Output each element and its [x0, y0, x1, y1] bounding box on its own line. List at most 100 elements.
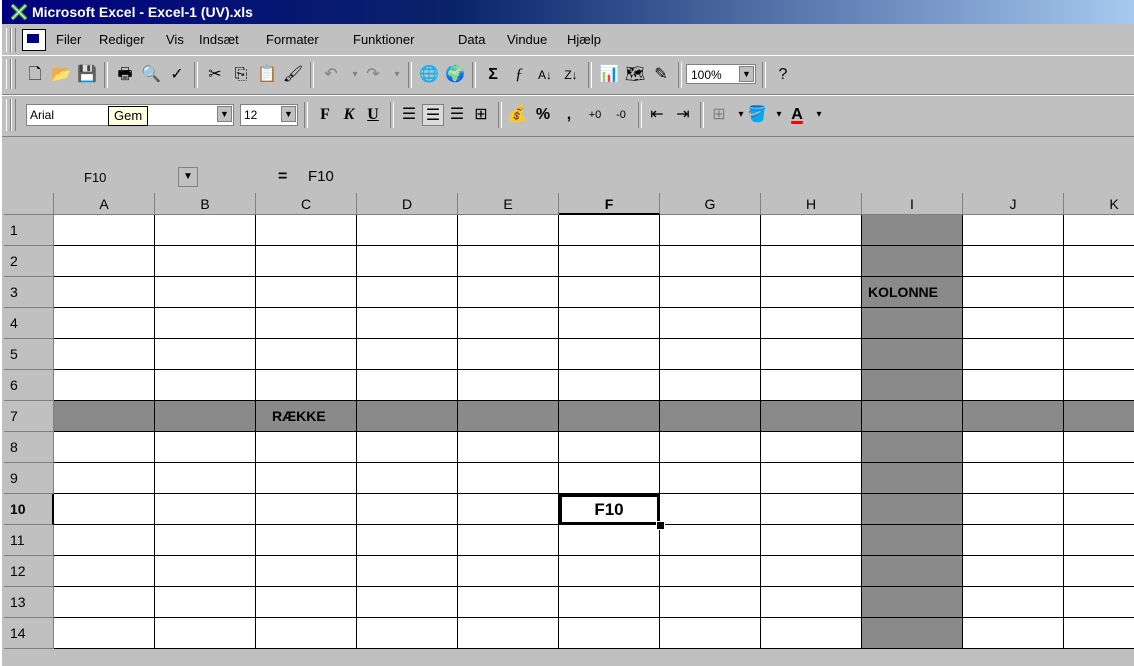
decrease-indent-icon[interactable]: ⇤: [646, 104, 668, 126]
cell-a9[interactable]: [54, 463, 155, 494]
cell-e6[interactable]: [458, 370, 559, 401]
cell-j7[interactable]: [963, 401, 1064, 432]
select-all-corner[interactable]: [4, 193, 54, 215]
cell-a2[interactable]: [54, 246, 155, 277]
cell-a14[interactable]: [54, 618, 155, 649]
column-header-j[interactable]: J: [963, 193, 1064, 215]
cell-f1[interactable]: [559, 215, 660, 246]
cell-c11[interactable]: [256, 525, 357, 556]
column-header-c[interactable]: C: [256, 193, 357, 215]
cell-d4[interactable]: [357, 308, 458, 339]
cell-g13[interactable]: [660, 587, 761, 618]
cell-j1[interactable]: [963, 215, 1064, 246]
cell-k7[interactable]: [1064, 401, 1134, 432]
drawing-icon[interactable]: ✎: [650, 64, 672, 86]
cell-j8[interactable]: [963, 432, 1064, 463]
align-center-icon[interactable]: ☰: [422, 104, 444, 126]
spelling-icon[interactable]: ✓: [166, 64, 188, 86]
cell-f14[interactable]: [559, 618, 660, 649]
cell-f5[interactable]: [559, 339, 660, 370]
cell-a7[interactable]: [54, 401, 155, 432]
cell-e2[interactable]: [458, 246, 559, 277]
cell-d10[interactable]: [357, 494, 458, 525]
underline-button[interactable]: U: [362, 104, 384, 126]
cell-a1[interactable]: [54, 215, 155, 246]
cell-g8[interactable]: [660, 432, 761, 463]
align-right-icon[interactable]: ☰: [446, 104, 468, 126]
cell-k8[interactable]: [1064, 432, 1134, 463]
cell-k2[interactable]: [1064, 246, 1134, 277]
print-icon[interactable]: 🖶: [114, 64, 136, 86]
cell-h8[interactable]: [761, 432, 862, 463]
cell-c5[interactable]: [256, 339, 357, 370]
cell-i8[interactable]: [862, 432, 963, 463]
cell-e9[interactable]: [458, 463, 559, 494]
font-color-dropdown-icon[interactable]: ▾: [808, 104, 830, 126]
align-left-icon[interactable]: ☰: [398, 104, 420, 126]
cell-b3[interactable]: [155, 277, 256, 308]
menu-indsaet[interactable]: Indsæt: [199, 32, 239, 47]
increase-indent-icon[interactable]: ⇥: [672, 104, 694, 126]
cell-k1[interactable]: [1064, 215, 1134, 246]
cell-e3[interactable]: [458, 277, 559, 308]
cell-i2[interactable]: [862, 246, 963, 277]
hyperlink-icon[interactable]: 🌐: [418, 64, 440, 86]
redo-icon[interactable]: ↷: [362, 64, 384, 86]
row-header-2[interactable]: 2: [4, 246, 54, 277]
column-header-f[interactable]: F: [559, 193, 660, 215]
function-icon[interactable]: ƒ: [508, 64, 530, 86]
row-header-14[interactable]: 14: [4, 618, 54, 649]
cell-f11[interactable]: [559, 525, 660, 556]
cell-e4[interactable]: [458, 308, 559, 339]
undo-icon[interactable]: ↶: [320, 64, 342, 86]
cell-j10[interactable]: [963, 494, 1064, 525]
cell-g11[interactable]: [660, 525, 761, 556]
chevron-down-icon[interactable]: ▼: [281, 106, 296, 122]
font-color-icon[interactable]: A: [786, 104, 808, 126]
cell-d1[interactable]: [357, 215, 458, 246]
cell-k3[interactable]: [1064, 277, 1134, 308]
copy-icon[interactable]: ⎘: [230, 64, 252, 86]
cell-i9[interactable]: [862, 463, 963, 494]
cell-j12[interactable]: [963, 556, 1064, 587]
cell-g3[interactable]: [660, 277, 761, 308]
cell-c2[interactable]: [256, 246, 357, 277]
fill-color-icon[interactable]: 🪣: [746, 104, 768, 126]
cell-c7[interactable]: RÆKKE: [256, 401, 357, 432]
borders-icon[interactable]: ⊞: [708, 104, 730, 126]
row-header-12[interactable]: 12: [4, 556, 54, 587]
cell-b12[interactable]: [155, 556, 256, 587]
cell-c10[interactable]: [256, 494, 357, 525]
new-icon[interactable]: 🗋: [24, 64, 46, 86]
cell-j9[interactable]: [963, 463, 1064, 494]
cell-k4[interactable]: [1064, 308, 1134, 339]
cell-d8[interactable]: [357, 432, 458, 463]
menu-data[interactable]: Data: [458, 32, 485, 47]
cell-d9[interactable]: [357, 463, 458, 494]
cell-b9[interactable]: [155, 463, 256, 494]
cell-c4[interactable]: [256, 308, 357, 339]
row-header-10[interactable]: 10: [4, 494, 54, 525]
row-header-13[interactable]: 13: [4, 587, 54, 618]
web-toolbar-icon[interactable]: 🌍: [444, 64, 466, 86]
cell-c1[interactable]: [256, 215, 357, 246]
cell-d3[interactable]: [357, 277, 458, 308]
cell-i10[interactable]: [862, 494, 963, 525]
cell-e7[interactable]: [458, 401, 559, 432]
name-box[interactable]: F10: [50, 166, 173, 190]
decrease-decimal-icon[interactable]: -0: [610, 104, 632, 126]
cell-k9[interactable]: [1064, 463, 1134, 494]
cell-g4[interactable]: [660, 308, 761, 339]
row-header-9[interactable]: 9: [4, 463, 54, 494]
cell-h6[interactable]: [761, 370, 862, 401]
cell-a8[interactable]: [54, 432, 155, 463]
workbook-icon[interactable]: [22, 29, 46, 51]
menu-vindue[interactable]: Vindue: [507, 32, 547, 47]
cell-b10[interactable]: [155, 494, 256, 525]
cell-k14[interactable]: [1064, 618, 1134, 649]
cell-i14[interactable]: [862, 618, 963, 649]
cell-b1[interactable]: [155, 215, 256, 246]
cell-d2[interactable]: [357, 246, 458, 277]
cell-c9[interactable]: [256, 463, 357, 494]
column-header-i[interactable]: I: [862, 193, 963, 215]
